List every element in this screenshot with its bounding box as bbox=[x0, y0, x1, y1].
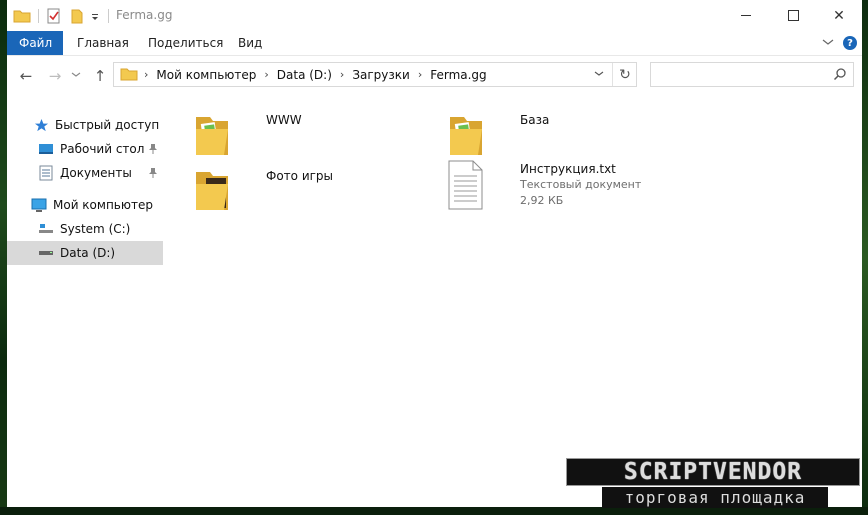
quick-access-toolbar bbox=[13, 7, 109, 25]
breadcrumb-item-data-drive[interactable]: Data (D:) bbox=[277, 68, 332, 82]
ribbon-tabs: Файл Главная Поделиться Вид ? bbox=[7, 31, 862, 56]
new-folder-icon[interactable] bbox=[70, 8, 86, 24]
documents-icon bbox=[38, 165, 54, 181]
nav-item-my-computer[interactable]: Мой компьютер bbox=[7, 193, 163, 217]
nav-item-label: Рабочий стол bbox=[60, 142, 145, 156]
search-icon[interactable] bbox=[833, 67, 847, 81]
maximize-button[interactable] bbox=[770, 0, 816, 31]
nav-item-label: System (C:) bbox=[60, 222, 131, 236]
recent-locations-button[interactable] bbox=[69, 66, 83, 86]
expand-ribbon-button[interactable] bbox=[822, 35, 834, 51]
tab-home[interactable]: Главная bbox=[65, 31, 141, 55]
item-name: WWW bbox=[266, 113, 302, 127]
arrow-right-icon: → bbox=[48, 67, 62, 85]
item-name: Инструкция.txt bbox=[520, 162, 616, 176]
back-button[interactable]: ← bbox=[16, 66, 36, 86]
forward-button[interactable]: → bbox=[45, 66, 65, 86]
explorer-window: Ferma.gg ✕ Файл Главная Поделиться Вид ?… bbox=[7, 0, 862, 507]
help-button[interactable]: ? bbox=[843, 35, 857, 51]
nav-item-label: Документы bbox=[60, 166, 132, 180]
text-file-icon bbox=[446, 160, 486, 210]
nav-item-label: Быстрый доступ bbox=[55, 118, 160, 132]
watermark-title: SCRIPTVENDOR bbox=[566, 458, 860, 486]
close-icon: ✕ bbox=[833, 7, 845, 24]
folder-item-foto-igry[interactable]: Фото игры bbox=[192, 166, 442, 216]
system-drive-icon bbox=[38, 221, 54, 237]
breadcrumb-separator[interactable]: › bbox=[264, 68, 268, 81]
item-name: База bbox=[520, 113, 550, 127]
refresh-button[interactable]: ↻ bbox=[612, 63, 637, 86]
desktop-icon bbox=[38, 141, 54, 157]
tab-file[interactable]: Файл bbox=[7, 31, 63, 55]
tab-share[interactable]: Поделиться bbox=[136, 31, 235, 55]
breadcrumb-separator: › bbox=[144, 68, 149, 81]
toolbar-divider bbox=[38, 9, 39, 23]
watermark: SCRIPTVENDOR торговая площадка bbox=[566, 458, 862, 510]
maximize-icon bbox=[787, 10, 799, 21]
item-name: Фото игры bbox=[266, 169, 334, 183]
desktop-background-right bbox=[862, 0, 868, 515]
watermark-subtitle: торговая площадка bbox=[602, 487, 828, 508]
folder-icon bbox=[192, 166, 232, 214]
folder-icon bbox=[192, 111, 232, 159]
chevron-down-icon bbox=[822, 36, 834, 50]
folder-icon bbox=[446, 111, 486, 159]
star-icon bbox=[33, 117, 49, 133]
item-size: 2,92 КБ bbox=[520, 194, 564, 207]
navigation-pane: Быстрый доступ Рабочий стол Документы Мо… bbox=[7, 94, 163, 507]
pin-icon[interactable] bbox=[148, 143, 158, 155]
file-list: WWW База Фото игры Инструкция.txt Тексто… bbox=[163, 94, 862, 507]
window-title: Ferma.gg bbox=[116, 8, 173, 22]
breadcrumb-item-computer[interactable]: Мой компьютер bbox=[156, 68, 256, 82]
nav-item-label: Мой компьютер bbox=[53, 198, 153, 212]
close-button[interactable]: ✕ bbox=[816, 0, 862, 31]
folder-item-baza[interactable]: База bbox=[446, 111, 696, 161]
breadcrumb: › Мой компьютер › Data (D:) › Загрузки ›… bbox=[144, 63, 487, 86]
search-input[interactable] bbox=[655, 65, 829, 85]
folder-icon bbox=[120, 66, 138, 82]
nav-item-desktop[interactable]: Рабочий стол bbox=[7, 137, 163, 161]
folder-icon bbox=[13, 8, 31, 24]
refresh-icon: ↻ bbox=[619, 66, 631, 83]
chevron-down-icon bbox=[71, 71, 81, 82]
minimize-button[interactable] bbox=[723, 0, 769, 31]
item-type: Текстовый документ bbox=[520, 178, 642, 191]
address-bar[interactable]: › Мой компьютер › Data (D:) › Загрузки ›… bbox=[113, 62, 637, 87]
customize-toolbar-icon[interactable] bbox=[90, 8, 100, 24]
file-item-instruktsiya[interactable]: Инструкция.txt Текстовый документ 2,92 К… bbox=[446, 160, 696, 212]
address-history-button[interactable] bbox=[588, 63, 610, 86]
nav-item-data-d[interactable]: Data (D:) bbox=[7, 241, 163, 265]
search-box[interactable] bbox=[650, 62, 854, 87]
title-bar[interactable]: Ferma.gg ✕ bbox=[7, 0, 862, 31]
navigation-bar: ← → ↑ › Мой компьютер › Data (D:) › Загр… bbox=[7, 56, 862, 94]
nav-item-quick-access[interactable]: Быстрый доступ bbox=[7, 113, 163, 137]
arrow-left-icon: ← bbox=[19, 67, 33, 85]
breadcrumb-separator[interactable]: › bbox=[340, 68, 344, 81]
minimize-icon bbox=[741, 15, 751, 16]
computer-icon bbox=[31, 197, 47, 213]
arrow-up-icon: ↑ bbox=[93, 67, 107, 85]
help-icon: ? bbox=[843, 36, 857, 50]
chevron-down-icon bbox=[594, 68, 604, 81]
desktop-background-left bbox=[0, 0, 7, 515]
breadcrumb-item-downloads[interactable]: Загрузки bbox=[352, 68, 410, 82]
tab-view[interactable]: Вид bbox=[226, 31, 274, 55]
nav-item-system-c[interactable]: System (C:) bbox=[7, 217, 163, 241]
folder-item-www[interactable]: WWW bbox=[192, 111, 442, 161]
up-button[interactable]: ↑ bbox=[90, 66, 110, 86]
toolbar-divider bbox=[108, 9, 109, 23]
pin-icon[interactable] bbox=[148, 167, 158, 179]
nav-item-documents[interactable]: Документы bbox=[7, 161, 163, 185]
drive-icon bbox=[38, 245, 54, 261]
breadcrumb-item-ferma[interactable]: Ferma.gg bbox=[430, 68, 486, 82]
breadcrumb-separator[interactable]: › bbox=[418, 68, 422, 81]
properties-icon[interactable] bbox=[46, 8, 62, 24]
nav-item-label: Data (D:) bbox=[60, 246, 116, 260]
